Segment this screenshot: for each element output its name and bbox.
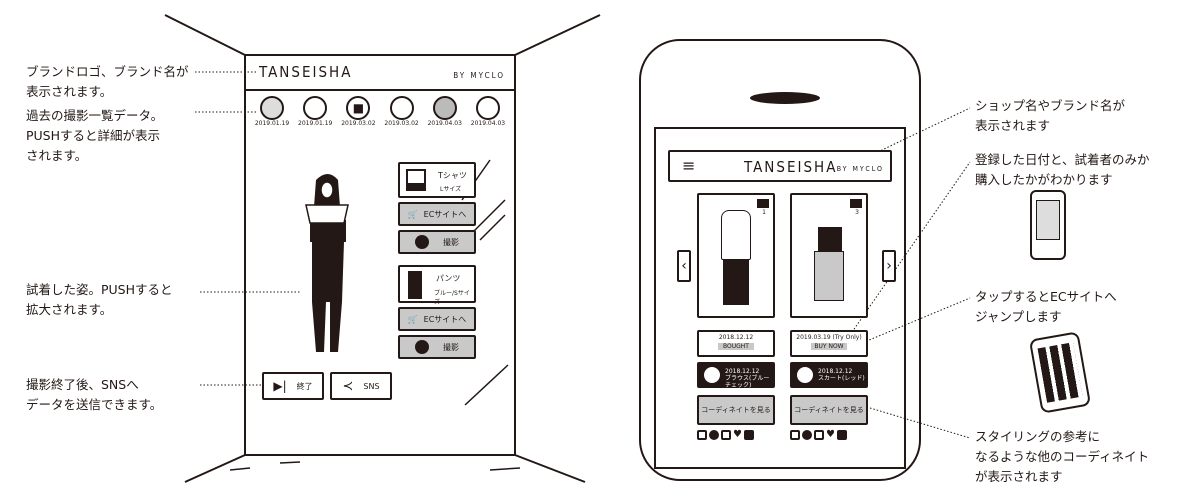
item-row[interactable]: 2018.12.12 スカート(レッド)	[790, 362, 868, 388]
note-date-status: 登録した日付と、試着者のみか 購入したかがわかります	[975, 152, 1150, 187]
history-item[interactable]: 2019.01.19	[295, 96, 335, 140]
note-coordinate: スタイリングの参考に なるような他のコーディネイト が表示されます	[975, 429, 1150, 484]
look-date-card: 2019.03.19 (Try Only) BUY NOW	[790, 330, 868, 357]
shoot-button[interactable]: 撮影	[398, 335, 476, 359]
item-row[interactable]: 2018.12.12 ブラウス(ブルーチェック)	[697, 362, 775, 389]
look-date-card: 2018.12.12 BOUGHT	[697, 330, 775, 357]
by-label: BY MYCLO	[453, 71, 505, 80]
sns-button[interactable]: ≺ SNS	[330, 372, 392, 400]
note-tryon: 試着した姿。PUSHすると 拡大されます。	[26, 282, 173, 317]
pants-icon	[408, 271, 422, 299]
camera-icon	[850, 199, 862, 208]
end-button[interactable]: ▶| 終了	[262, 372, 324, 400]
ec-site-button[interactable]: 🛒 ECサイトへ	[398, 202, 476, 226]
tshirt-icon	[406, 169, 426, 191]
prev-arrow[interactable]: ‹	[677, 250, 691, 282]
brand-logo: TANSEISHA	[259, 63, 353, 81]
note-brand-logo: ブランドロゴ、ブランド名が 表示されます。	[26, 64, 189, 99]
shirt-icon	[303, 96, 328, 120]
history-item[interactable]: 2019.04.03	[425, 96, 465, 140]
social-icons: ♥	[697, 430, 754, 440]
history-item[interactable]: 2019.03.02	[382, 96, 422, 140]
phone-header: ≡ TANSEISHA BY MYCLO	[668, 150, 892, 182]
mirror-header: TANSEISHA BY MYCLO	[245, 55, 515, 91]
item-card-tshirt[interactable]: Tシャツ Lサイズ	[398, 162, 476, 198]
buy-now-button[interactable]: BUY NOW	[811, 343, 847, 350]
bought-badge: BOUGHT	[718, 343, 754, 350]
twitter-icon[interactable]: ♥	[733, 430, 742, 440]
note-shop-name: ショップ名やブランド名が 表示されます	[975, 98, 1126, 133]
tiktok-icon[interactable]	[836, 430, 847, 440]
shoot-button[interactable]: 撮影	[398, 230, 476, 254]
history-list: 2019.01.19 2019.01.19 ■ 2019.03.02 2019.0…	[252, 96, 508, 140]
skirt-icon	[389, 96, 414, 120]
facebook-icon[interactable]	[721, 430, 731, 440]
ec-site-button[interactable]: 🛒 ECサイトへ	[398, 307, 476, 331]
tiktok-icon[interactable]	[743, 430, 754, 440]
instagram-icon[interactable]	[697, 430, 707, 440]
share-icon: ≺	[342, 378, 354, 394]
next-arrow[interactable]: ›	[882, 250, 896, 282]
end-icon: ▶|	[273, 379, 287, 393]
history-item[interactable]: 2019.01.19	[252, 96, 292, 140]
cart-icon: 🛒	[407, 209, 418, 219]
view-coordinate-button[interactable]: コーディネイトを見る	[790, 395, 868, 425]
view-coordinate-button[interactable]: コーディネイトを見る	[697, 395, 775, 425]
item-card-pants[interactable]: パンツ ブルー/Sサイズ	[398, 265, 476, 306]
phone-by-label: BY MYCLO	[836, 165, 884, 173]
history-item[interactable]: 2019.04.03	[468, 96, 508, 140]
jacket-icon	[260, 96, 284, 120]
note-ec-jump: タップするとECサイトへ ジャンプします	[975, 289, 1117, 324]
line-icon[interactable]	[709, 430, 719, 440]
pleated-skirt-icon	[432, 96, 457, 120]
look-photo[interactable]: 3	[790, 193, 868, 318]
look-photo[interactable]: 1	[697, 193, 775, 318]
camera-icon	[415, 235, 429, 249]
history-item[interactable]: ■ 2019.03.02	[338, 96, 378, 140]
facebook-icon[interactable]	[814, 430, 824, 440]
tshirt-icon: ■	[346, 96, 371, 120]
camera-icon	[415, 340, 429, 354]
phone-brand-logo: TANSEISHA	[744, 158, 838, 176]
blouse-icon	[704, 367, 720, 383]
camera-icon	[757, 199, 769, 208]
blouse-icon	[475, 96, 500, 120]
menu-icon[interactable]: ≡	[682, 156, 695, 175]
note-sns: 撮影終了後、SNSへ データを送信できます。	[26, 377, 163, 412]
line-icon[interactable]	[802, 430, 812, 440]
skirt-icon	[797, 367, 813, 383]
note-history: 過去の撮影一覧データ。 PUSHすると詳細が表示 されます。	[26, 108, 164, 163]
hand-phone-illustration	[1030, 190, 1066, 260]
cart-icon: 🛒	[407, 314, 418, 324]
twitter-icon[interactable]: ♥	[826, 430, 835, 440]
instagram-icon[interactable]	[790, 430, 800, 440]
social-icons: ♥	[790, 430, 847, 440]
